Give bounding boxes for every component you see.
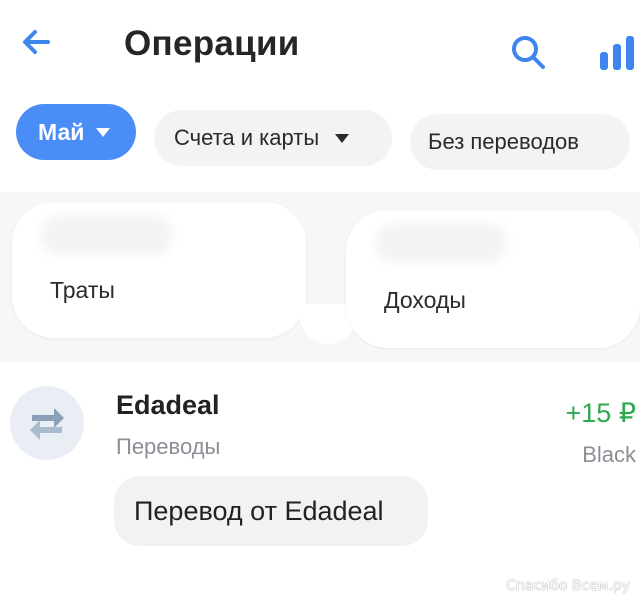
- operation-name: Edadeal: [116, 390, 220, 420]
- month-filter-chip[interactable]: Май: [16, 104, 136, 160]
- operation-amount: +15 ₽: [565, 398, 636, 428]
- search-button[interactable]: [506, 30, 550, 74]
- spend-label: Траты: [50, 277, 115, 303]
- transfers-filter-chip[interactable]: Без переводов: [410, 114, 630, 170]
- top-bar: Операции: [0, 0, 640, 92]
- search-icon: [512, 36, 545, 69]
- filter-bar: Май Счета и карты Без переводов: [0, 98, 640, 178]
- operation-account: Black: [582, 442, 636, 467]
- back-button[interactable]: [18, 22, 62, 66]
- bar-chart-icon: [600, 36, 634, 70]
- operation-row[interactable]: Edadeal Переводы +15 ₽ Black: [0, 376, 640, 488]
- transfer-arrows-icon: [30, 408, 64, 440]
- operation-avatar: [10, 386, 84, 460]
- accounts-filter-chip[interactable]: Счета и карты: [154, 110, 392, 166]
- dropdown-arrow-icon: [335, 133, 350, 143]
- operation-category: Переводы: [116, 434, 221, 459]
- operation-comment: Перевод от Edadeal: [114, 476, 428, 546]
- income-label: Доходы: [384, 287, 466, 313]
- arrow-left-icon: [23, 30, 50, 54]
- summary-cards: Траты Доходы: [0, 192, 640, 362]
- spend-amount-hidden: [42, 216, 172, 254]
- spend-summary-card[interactable]: Траты: [12, 202, 306, 338]
- page-title: Операции: [124, 24, 300, 63]
- dropdown-arrow-icon: [96, 127, 111, 137]
- income-amount-hidden: [376, 224, 506, 262]
- accounts-filter-label: Счета и карты: [174, 125, 320, 150]
- income-summary-card[interactable]: Доходы: [346, 210, 640, 348]
- statistics-button[interactable]: [596, 30, 640, 74]
- transfers-filter-label: Без переводов: [428, 129, 579, 154]
- month-filter-label: Май: [38, 118, 85, 145]
- watermark: Спасибо Всем.ру: [505, 578, 630, 594]
